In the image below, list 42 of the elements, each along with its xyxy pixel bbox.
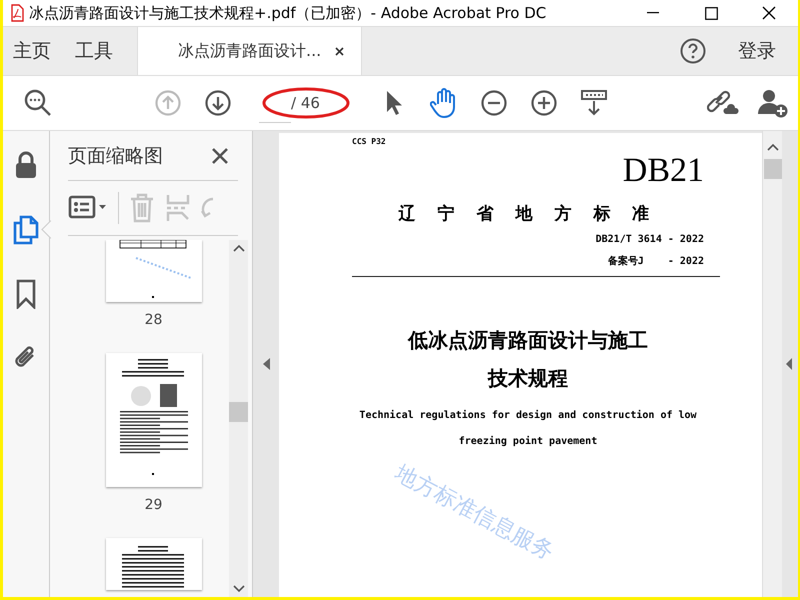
- scroll-up-icon[interactable]: [232, 244, 244, 252]
- standard-number: DB21/T 3614 - 2022: [594, 234, 704, 245]
- bookmark-icon[interactable]: [16, 279, 36, 309]
- document-title: 技术规程: [486, 365, 569, 392]
- close-tab-icon[interactable]: [335, 46, 344, 56]
- close-icon[interactable]: [762, 6, 776, 20]
- scroll-thumb[interactable]: [764, 159, 782, 179]
- scroll-down-icon[interactable]: [232, 585, 244, 593]
- maximize-icon[interactable]: [704, 6, 718, 20]
- document-title: 低冰点沥青路面设计与施工: [406, 327, 649, 354]
- page-thumbnail-drawing[interactable]: [106, 240, 202, 302]
- lock-icon[interactable]: [15, 151, 37, 179]
- window-title: 冰点沥青路面设计与施工技术规程+.pdf（已加密）- Adobe Acrobat Pro DC: [29, 4, 546, 22]
- page-thumbnail-drawing[interactable]: [106, 538, 202, 590]
- document-stamp-text: 地方标准信息服务: [390, 460, 559, 568]
- page-thumbnail-drawing[interactable]: [106, 353, 202, 487]
- help-icon[interactable]: [680, 38, 706, 64]
- page-count: / 46: [291, 94, 321, 112]
- scrollbar[interactable]: [762, 131, 782, 597]
- nav-tab[interactable]: 工具: [65, 27, 127, 75]
- scroll-thumb[interactable]: [229, 402, 248, 422]
- record-number: 备案号J - 2022: [606, 254, 704, 268]
- document-tab[interactable]: 冰点沥青路面设计...: [137, 27, 362, 75]
- collapse-panel-icon[interactable]: [262, 358, 270, 370]
- scrollbar[interactable]: [229, 240, 248, 597]
- issuing-authority: 辽 宁 省 地 方 标 准: [398, 203, 658, 225]
- expand-panel-icon[interactable]: [786, 358, 792, 370]
- close-icon[interactable]: [212, 148, 228, 164]
- minimize-icon[interactable]: [647, 12, 659, 14]
- pdf-app-icon: [9, 4, 25, 22]
- english-title: freezing point pavement: [458, 434, 598, 449]
- scroll-up-icon[interactable]: [766, 143, 778, 151]
- nav-tab[interactable]: 主页: [3, 27, 65, 75]
- page-number: 28: [144, 312, 162, 328]
- english-title: Technical regulations for design and construction of low: [358, 408, 698, 423]
- list-options-icon[interactable]: [68, 195, 108, 221]
- pages-icon[interactable]: [13, 215, 39, 245]
- sign-in-link[interactable]: 登录: [720, 27, 798, 75]
- standard-code: DB21: [622, 154, 704, 188]
- panel-title: 页面缩略图: [68, 144, 163, 168]
- page-number: 29: [144, 497, 162, 513]
- classification-code: CCS P32: [352, 137, 387, 146]
